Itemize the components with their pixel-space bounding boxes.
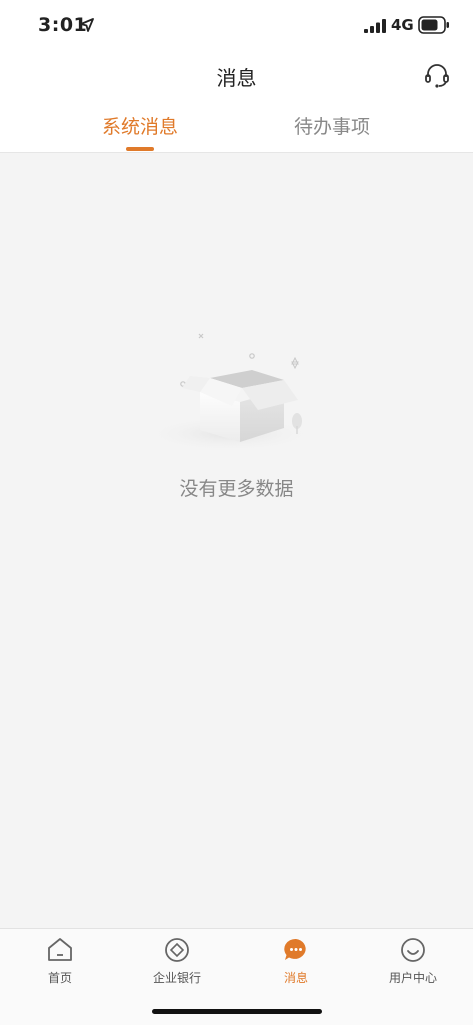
tabbar-item-home-label: 首页 xyxy=(47,971,72,985)
page-title: 消息 xyxy=(216,66,257,90)
home-indicator xyxy=(152,1009,322,1014)
bank-icon xyxy=(165,938,189,962)
tabbar-item-messages[interactable]: 消息 xyxy=(256,937,336,986)
location-arrow-icon xyxy=(80,18,94,32)
signal-icon xyxy=(364,19,386,33)
empty-state-text: 没有更多数据 xyxy=(179,478,294,500)
tab-system-messages-label: 系统消息 xyxy=(101,116,178,138)
empty-box-illustration xyxy=(142,333,318,452)
user-center-icon xyxy=(401,938,425,962)
status-bar: 3:01 4G xyxy=(0,0,473,52)
message-tabs: 系统消息 待办事项 xyxy=(0,100,473,153)
tabbar-item-user-center[interactable]: 用户中心 xyxy=(373,937,453,986)
message-icon xyxy=(284,938,306,960)
nav-bar: 消息 xyxy=(0,52,473,100)
tab-todo-items-label: 待办事项 xyxy=(293,116,370,138)
tabbar-item-messages-label: 消息 xyxy=(283,971,308,985)
tabbar-item-user-center-label: 用户中心 xyxy=(388,971,437,985)
tab-system-messages[interactable]: 系统消息 xyxy=(70,112,210,152)
tabbar-item-enterprise-bank-label: 企业银行 xyxy=(152,971,201,985)
active-tab-indicator xyxy=(126,147,154,151)
home-icon xyxy=(48,938,72,961)
tab-todo-items[interactable]: 待办事项 xyxy=(262,112,402,152)
battery-icon xyxy=(418,16,449,34)
tabbar-item-enterprise-bank[interactable]: 企业银行 xyxy=(137,937,217,986)
tabbar-item-home[interactable]: 首页 xyxy=(20,937,100,986)
customer-service-headset-icon[interactable] xyxy=(424,62,450,88)
network-type: 4G xyxy=(391,16,414,34)
